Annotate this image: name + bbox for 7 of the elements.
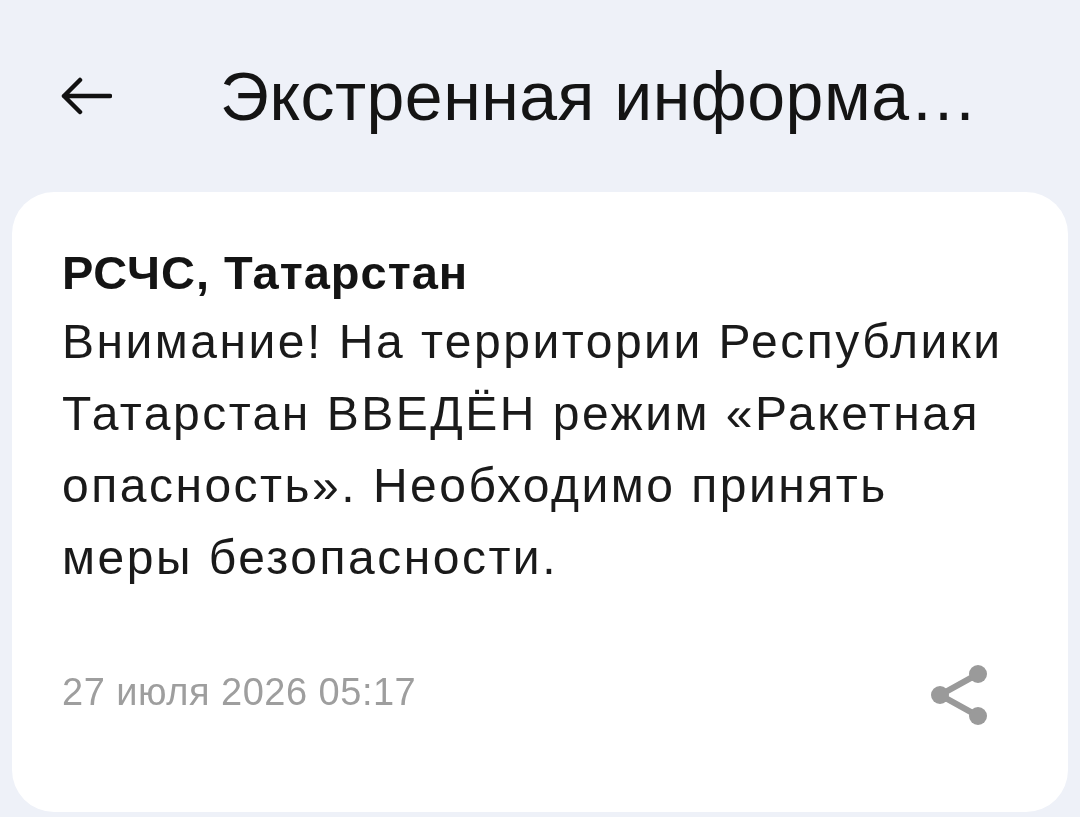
- share-button[interactable]: [930, 664, 988, 726]
- alert-source: РСЧС, Татарстан: [62, 245, 469, 301]
- alert-message: Внимание! На территории Республики Татарстан ВВЕДЁН режим «Ракетная опасность». Необходимо принять меры безопасности.: [62, 314, 1004, 586]
- screen-title: Экстренная информа…: [220, 56, 978, 136]
- share-icon: [930, 664, 988, 726]
- back-arrow-icon: [60, 77, 112, 115]
- alert-timestamp: 27 июля 2026 05:17: [62, 670, 417, 714]
